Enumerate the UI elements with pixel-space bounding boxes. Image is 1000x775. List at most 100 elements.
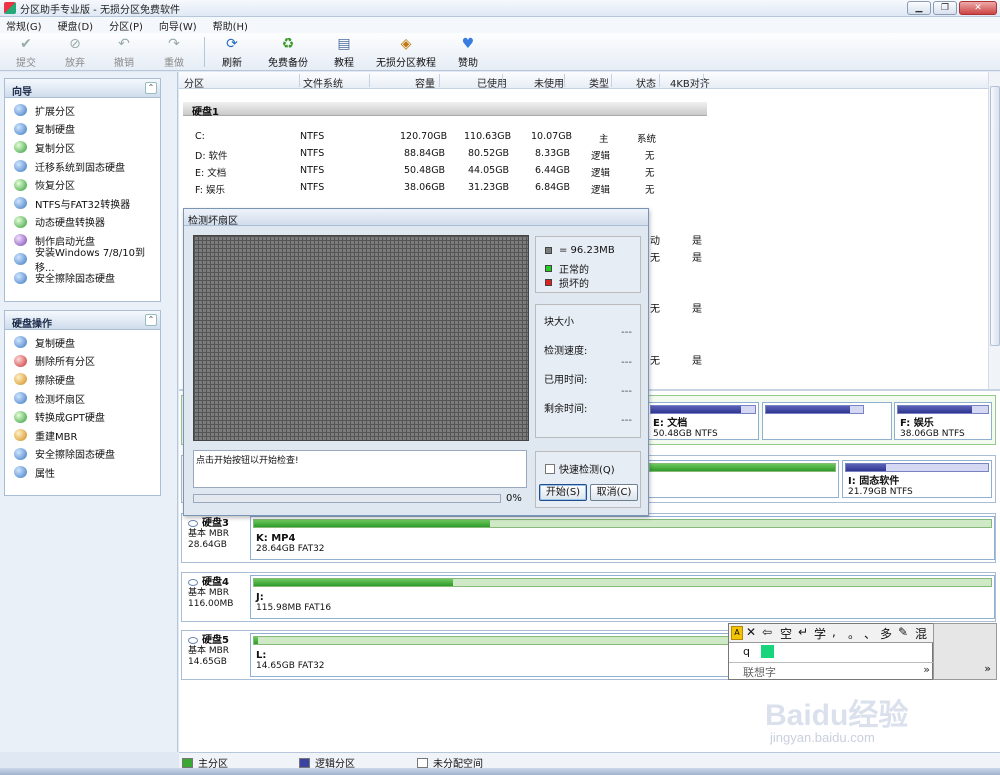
commit-button[interactable]: ✔ 提交 [12, 36, 40, 69]
part-cap: 88.84GB [404, 148, 446, 159]
wizard-item-extend[interactable]: 扩展分区 [5, 101, 160, 120]
diskop-delete-all[interactable]: 删除所有分区 [5, 352, 160, 371]
diskop-properties[interactable]: 属性 [5, 463, 160, 482]
diskop-wipe[interactable]: 擦除硬盘 [5, 370, 160, 389]
ime-mix-button[interactable]: 混 [915, 625, 927, 642]
collapse-icon[interactable]: ⌃ [145, 82, 157, 94]
discard-button[interactable]: ⊘ 放弃 [61, 36, 89, 69]
lossless-tutorial-button[interactable]: ◈ 无损分区教程 [375, 36, 437, 69]
partition-tile[interactable] [762, 402, 892, 440]
undo-button[interactable]: ↶ 撤销 [110, 36, 138, 69]
col-capacity[interactable]: 容量 [415, 75, 435, 90]
partition-tile[interactable]: I: 固态软件 21.79GB NTFS [842, 460, 992, 498]
ime-period-button[interactable]: 。 [848, 625, 860, 642]
start-button[interactable]: 开始(S) [539, 484, 587, 501]
menu-wizard[interactable]: 向导(W) [159, 18, 197, 33]
partition-tile[interactable]: F: 娱乐 38.06GB NTFS [894, 402, 992, 440]
ime-enter-button[interactable]: ↵ [798, 625, 808, 639]
maximize-button[interactable]: ❐ [933, 1, 957, 15]
col-free[interactable]: 未使用 [534, 75, 564, 90]
vertical-scrollbar[interactable] [988, 72, 1000, 389]
item-label: 擦除硬盘 [35, 375, 75, 387]
col-partition[interactable]: 分区 [184, 75, 204, 90]
diskop-to-gpt[interactable]: 转换成GPT硬盘 [5, 407, 160, 426]
diskop-bad-sector[interactable]: 检测坏扇区 [5, 389, 160, 408]
partition-tile-label: K: MP4 28.64GB FAT32 [256, 533, 325, 555]
ime-multi-button[interactable]: 多 [880, 625, 892, 642]
refresh-button[interactable]: ⟳ 刷新 [218, 36, 246, 69]
wizard-item-ntfs-fat32[interactable]: NTFS与FAT32转换器 [5, 194, 160, 213]
ime-close-button[interactable]: ✕ [746, 625, 756, 639]
partition-tile[interactable]: J: 115.98MB FAT16 [250, 575, 995, 619]
ime-input[interactable]: q [743, 645, 750, 658]
ime-pause-button[interactable]: 、 [864, 625, 876, 642]
col-filesystem[interactable]: 文件系统 [303, 75, 343, 90]
col-type[interactable]: 类型 [589, 75, 609, 90]
ime-back-button[interactable]: ⇦ [762, 625, 772, 639]
redo-button[interactable]: ↷ 重做 [160, 36, 188, 69]
wizard-item-copy-partition[interactable]: 复制分区 [5, 138, 160, 157]
part-type: 逻辑 [591, 151, 611, 162]
sector-grid [193, 235, 529, 441]
wizard-section: 向导 ⌃ 扩展分区 复制硬盘 复制分区 迁移系统到固态硬盘 恢复分区 NTFS与… [4, 78, 161, 302]
partition-row[interactable]: C: NTFS 120.70GB 110.63GB 10.07GB 主 系统 [179, 128, 709, 145]
menu-partition[interactable]: 分区(P) [109, 18, 143, 33]
part-status: 无 [650, 304, 660, 315]
wizard-item-install-windows[interactable]: 安装Windows 7/8/10到移... [5, 248, 160, 274]
partition-row[interactable]: E: 文档 NTFS 50.48GB 44.05GB 6.44GB 逻辑 无 [179, 162, 709, 179]
menu-general[interactable]: 常规(G) [6, 18, 42, 33]
col-status[interactable]: 状态 [636, 75, 656, 90]
status-message: 点击开始按钮以开始检查! [193, 450, 527, 488]
tutorial-button[interactable]: ▤ 教程 [330, 36, 358, 69]
quick-check-checkbox[interactable]: 快速检测(Q) [545, 461, 615, 476]
ime-pen-button[interactable]: ✎ [898, 625, 908, 639]
part-type: 逻辑 [591, 185, 611, 196]
item-label: 复制硬盘 [35, 125, 75, 137]
ime-expand-button[interactable]: » [984, 662, 991, 675]
wizard-item-dynamic[interactable]: 动态硬盘转换器 [5, 213, 160, 232]
partition-tile[interactable]: E: 文档 50.48GB NTFS [647, 402, 759, 440]
part-status: 无 [650, 356, 660, 367]
partition-tile[interactable] [646, 460, 839, 498]
part-used: 44.05GB [468, 165, 510, 176]
ime-learn-button[interactable]: 学 [814, 625, 826, 642]
menu-help[interactable]: 帮助(H) [213, 18, 248, 33]
backup-button[interactable]: ♻ 免费备份 [266, 36, 310, 69]
wizard-item-recover[interactable]: 恢复分区 [5, 175, 160, 194]
wizard-item-migrate-os[interactable]: 迁移系统到固态硬盘 [5, 157, 160, 176]
disk3-map[interactable]: 硬盘3 基本 MBR 28.64GB K: MP4 28.64GB FAT32 [181, 513, 996, 563]
scroll-thumb[interactable] [990, 86, 1000, 346]
elapsed-value: --- [621, 386, 632, 397]
menu-disk[interactable]: 硬盘(D) [58, 18, 94, 33]
dialog-title-bar[interactable]: 检测坏扇区 [184, 209, 648, 227]
diskop-secure-erase[interactable]: 安全擦除固态硬盘 [5, 445, 160, 464]
partition-row[interactable]: F: 娱乐 NTFS 38.06GB 31.23GB 6.84GB 逻辑 无 [179, 179, 709, 196]
mbr-icon [14, 429, 27, 442]
disk4-map[interactable]: 硬盘4 基本 MBR 116.00MB J: 115.98MB FAT16 [181, 572, 996, 622]
disk-ops-section: 硬盘操作 ⌃ 复制硬盘 删除所有分区 擦除硬盘 检测坏扇区 转换成GPT硬盘 重… [4, 310, 161, 496]
close-button[interactable]: ✕ [959, 1, 997, 15]
copy-disk-icon [14, 122, 27, 135]
cancel-button[interactable]: 取消(C) [590, 484, 638, 501]
diskop-copy-disk[interactable]: 复制硬盘 [5, 333, 160, 352]
remaining-value: --- [621, 415, 632, 426]
ime-space-button[interactable]: 空 [780, 625, 792, 642]
minimize-button[interactable]: ▁ [907, 1, 931, 15]
partition-tile[interactable]: K: MP4 28.64GB FAT32 [250, 516, 995, 560]
collapse-icon[interactable]: ⌃ [145, 314, 157, 326]
ime-more-button[interactable]: » [923, 663, 930, 676]
partition-usage-bar [650, 405, 756, 414]
backup-label: 免费备份 [268, 58, 308, 69]
diskop-rebuild-mbr[interactable]: 重建MBR [5, 426, 160, 445]
partition-row[interactable]: D: 软件 NTFS 88.84GB 80.52GB 8.33GB 逻辑 无 [179, 145, 709, 162]
legend-ok: 正常的 [545, 261, 589, 276]
commit-label: 提交 [16, 58, 36, 69]
disk1-row-header[interactable]: 硬盘1 [183, 102, 707, 118]
wizard-item-copy-disk[interactable]: 复制硬盘 [5, 120, 160, 139]
checkbox-box[interactable] [545, 463, 555, 474]
disk-icon [188, 520, 198, 527]
donate-button[interactable]: ♥ 赞助 [454, 36, 482, 69]
item-label: 迁移系统到固态硬盘 [35, 162, 125, 174]
ime-comma-button[interactable]: , [832, 625, 836, 639]
partition-usage-bar [897, 405, 989, 414]
